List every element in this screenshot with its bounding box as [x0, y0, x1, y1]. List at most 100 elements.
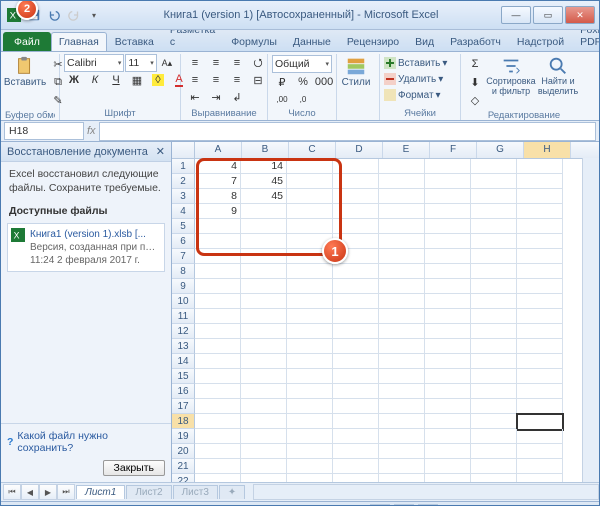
cell-B6[interactable]	[241, 234, 287, 249]
cell-G22[interactable]	[471, 474, 517, 482]
sheet-nav-prev[interactable]: ◀	[21, 484, 39, 500]
cell-A6[interactable]	[195, 234, 241, 249]
cell-H5[interactable]	[517, 219, 563, 234]
sheet-tab-1[interactable]: Лист1	[76, 485, 125, 499]
cell-D5[interactable]	[333, 219, 379, 234]
row-header-12[interactable]: 12	[172, 324, 195, 339]
increase-indent-button[interactable]: ⇥	[206, 88, 226, 106]
cell-D11[interactable]	[333, 309, 379, 324]
cell-G10[interactable]	[471, 294, 517, 309]
tab-data[interactable]: Данные	[285, 32, 339, 51]
clear-button[interactable]: ◇	[465, 91, 485, 109]
tab-review[interactable]: Рецензиро	[339, 32, 407, 51]
row-header-4[interactable]: 4	[172, 204, 195, 219]
redo-button[interactable]	[65, 6, 83, 24]
column-header-G[interactable]: G	[477, 142, 524, 158]
cell-A8[interactable]	[195, 264, 241, 279]
cell-G6[interactable]	[471, 234, 517, 249]
cell-D1[interactable]	[333, 159, 379, 174]
row-header-14[interactable]: 14	[172, 354, 195, 369]
cell-G13[interactable]	[471, 339, 517, 354]
column-header-D[interactable]: D	[336, 142, 383, 158]
cell-E3[interactable]	[379, 189, 425, 204]
cell-C9[interactable]	[287, 279, 333, 294]
align-bottom-button[interactable]: ≡	[227, 54, 247, 72]
cell-G1[interactable]	[471, 159, 517, 174]
cell-D14[interactable]	[333, 354, 379, 369]
column-header-C[interactable]: C	[289, 142, 336, 158]
cell-E6[interactable]	[379, 234, 425, 249]
cell-D17[interactable]	[333, 399, 379, 414]
spreadsheet-grid[interactable]: ABCDEFGH 1414274538454956789101112131415…	[172, 142, 599, 482]
cell-B3[interactable]: 45	[241, 189, 287, 204]
cell-G20[interactable]	[471, 444, 517, 459]
find-select-button[interactable]: Найти и выделить	[537, 55, 579, 97]
cell-C10[interactable]	[287, 294, 333, 309]
grow-font-button[interactable]: A▴	[158, 54, 176, 72]
cell-E9[interactable]	[379, 279, 425, 294]
cell-C14[interactable]	[287, 354, 333, 369]
cell-D8[interactable]	[333, 264, 379, 279]
cell-G9[interactable]	[471, 279, 517, 294]
wrap-text-button[interactable]: ↲	[227, 88, 247, 106]
cell-G7[interactable]	[471, 249, 517, 264]
row-header-8[interactable]: 8	[172, 264, 195, 279]
cell-D13[interactable]	[333, 339, 379, 354]
cell-G12[interactable]	[471, 324, 517, 339]
tab-insert[interactable]: Вставка	[107, 32, 162, 51]
close-button[interactable]: ✕	[565, 6, 595, 24]
cell-F9[interactable]	[425, 279, 471, 294]
currency-button[interactable]: ₽	[272, 73, 292, 91]
percent-button[interactable]: %	[293, 73, 313, 91]
cell-H18[interactable]	[517, 414, 563, 430]
cell-G19[interactable]	[471, 429, 517, 444]
cell-E22[interactable]	[379, 474, 425, 482]
qat-customize-icon[interactable]: ▾	[85, 6, 103, 24]
row-header-22[interactable]: 22	[172, 474, 195, 482]
row-header-7[interactable]: 7	[172, 249, 195, 264]
name-box[interactable]: H18	[4, 122, 84, 140]
comma-button[interactable]: 000	[314, 73, 334, 91]
cell-A18[interactable]	[195, 414, 241, 429]
row-header-11[interactable]: 11	[172, 309, 195, 324]
cell-F5[interactable]	[425, 219, 471, 234]
cell-F12[interactable]	[425, 324, 471, 339]
cell-B2[interactable]: 45	[241, 174, 287, 189]
cell-E1[interactable]	[379, 159, 425, 174]
tab-file[interactable]: Файл	[3, 32, 51, 51]
fill-color-button[interactable]: ◊	[148, 71, 168, 89]
cell-C15[interactable]	[287, 369, 333, 384]
cell-F13[interactable]	[425, 339, 471, 354]
cell-E12[interactable]	[379, 324, 425, 339]
row-header-15[interactable]: 15	[172, 369, 195, 384]
row-header-6[interactable]: 6	[172, 234, 195, 249]
cell-A17[interactable]	[195, 399, 241, 414]
sheet-tab-3[interactable]: Лист3	[173, 485, 218, 499]
cell-A16[interactable]	[195, 384, 241, 399]
tab-formulas[interactable]: Формулы	[223, 32, 285, 51]
cell-H22[interactable]	[517, 474, 563, 482]
column-header-H[interactable]: H	[524, 142, 571, 158]
align-left-button[interactable]: ≡	[185, 71, 205, 89]
cell-D16[interactable]	[333, 384, 379, 399]
cell-H2[interactable]	[517, 174, 563, 189]
cell-C1[interactable]	[287, 159, 333, 174]
formula-bar[interactable]	[99, 122, 596, 141]
cell-A14[interactable]	[195, 354, 241, 369]
column-header-B[interactable]: B	[242, 142, 289, 158]
cell-D10[interactable]	[333, 294, 379, 309]
number-format-select[interactable]: Общий▾	[272, 55, 332, 73]
cell-B18[interactable]	[241, 414, 287, 429]
cell-H13[interactable]	[517, 339, 563, 354]
cell-D9[interactable]	[333, 279, 379, 294]
recovery-item[interactable]: X Книга1 (version 1).xlsb [... Версия, с…	[7, 223, 165, 272]
column-header-F[interactable]: F	[430, 142, 477, 158]
row-header-5[interactable]: 5	[172, 219, 195, 234]
cell-E8[interactable]	[379, 264, 425, 279]
cell-D21[interactable]	[333, 459, 379, 474]
cell-F2[interactable]	[425, 174, 471, 189]
cell-E21[interactable]	[379, 459, 425, 474]
cell-E13[interactable]	[379, 339, 425, 354]
cell-H14[interactable]	[517, 354, 563, 369]
cell-B7[interactable]	[241, 249, 287, 264]
